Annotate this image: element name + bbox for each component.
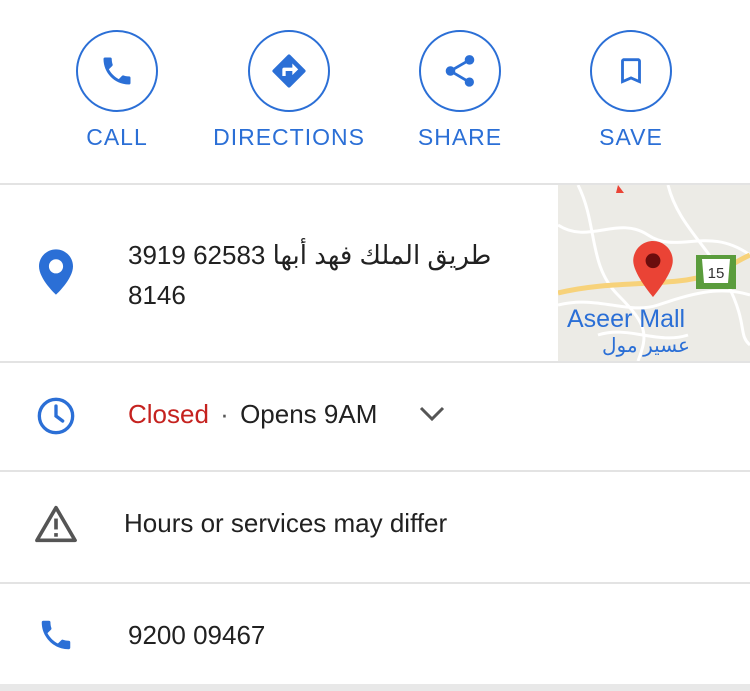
clock-icon xyxy=(37,397,75,435)
phone-icon xyxy=(103,57,131,85)
map-place-name-arabic: عسير مول xyxy=(602,335,690,357)
phone-icon xyxy=(41,620,71,650)
phone-number: 9200 09467 xyxy=(128,620,266,650)
chevron-down-icon[interactable] xyxy=(418,405,446,423)
hours-separator: · xyxy=(220,399,229,429)
notice-text: Hours or services may differ xyxy=(124,508,448,538)
share-label: SHARE xyxy=(417,124,503,150)
hours-row[interactable]: Closed · Opens 9AM xyxy=(0,363,750,472)
directions-icon xyxy=(272,54,306,88)
svg-text:15: 15 xyxy=(708,265,725,282)
bottom-divider xyxy=(0,684,750,691)
action-bar: CALL DIRECTIONS SHARE SAVE xyxy=(0,0,750,185)
address-line2: 8146 xyxy=(128,280,186,310)
road-shield-icon: 15 xyxy=(696,255,736,289)
bookmark-icon xyxy=(621,58,641,84)
directions-circle[interactable] xyxy=(248,30,330,112)
location-pin-icon xyxy=(39,249,73,295)
warning-icon xyxy=(35,505,77,543)
save-button[interactable]: SAVE xyxy=(546,30,716,151)
map-place-name: Aseer Mall xyxy=(567,305,686,333)
hours-status: Closed xyxy=(128,399,209,429)
call-circle[interactable] xyxy=(76,30,158,112)
hours-opens: Opens 9AM xyxy=(240,399,378,429)
call-label: CALL xyxy=(86,124,148,150)
directions-button[interactable]: DIRECTIONS xyxy=(204,30,374,151)
address-line1: 3919 طريق الملك فهد أبها 62583 xyxy=(128,240,492,270)
map-marker-icon xyxy=(633,241,673,297)
save-label: SAVE xyxy=(599,124,663,150)
call-button[interactable]: CALL xyxy=(32,30,202,151)
share-icon xyxy=(445,55,475,87)
map-thumbnail[interactable]: 15 Aseer Mall عسير مول xyxy=(558,185,750,361)
save-circle[interactable] xyxy=(590,30,672,112)
notice-row: Hours or services may differ xyxy=(0,472,750,584)
phone-row[interactable]: 9200 09467 xyxy=(0,584,750,684)
address-text: 3919 طريق الملك فهد أبها 62583 8146 xyxy=(128,235,528,315)
share-button[interactable]: SHARE xyxy=(375,30,545,151)
directions-label: DIRECTIONS xyxy=(213,124,365,150)
hours-text: Closed · Opens 9AM xyxy=(128,399,377,430)
share-circle[interactable] xyxy=(419,30,501,112)
address-row[interactable]: 3919 طريق الملك فهد أبها 62583 8146 15 A… xyxy=(0,185,750,363)
